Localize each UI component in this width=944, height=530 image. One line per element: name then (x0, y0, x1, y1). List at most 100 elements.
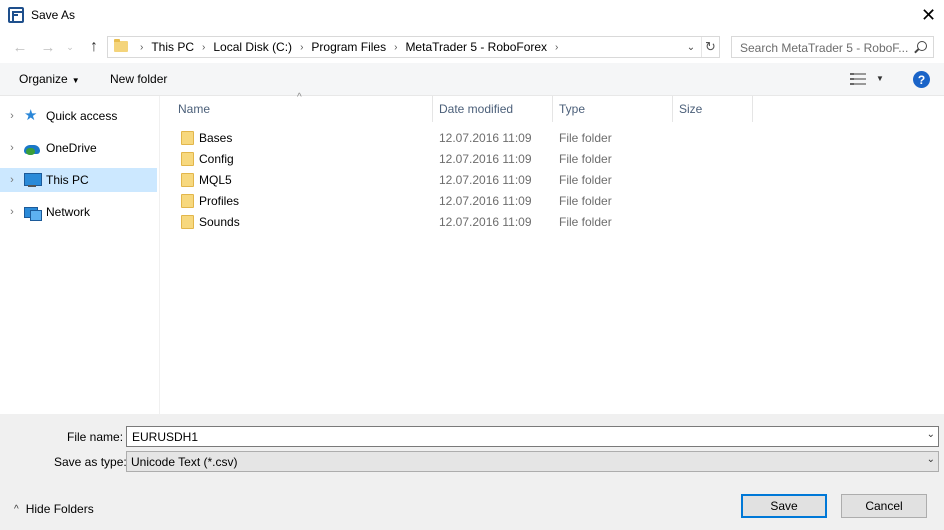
address-bar[interactable]: › This PC › Local Disk (C:) › Program Fi… (107, 36, 720, 58)
file-name: MQL5 (199, 173, 232, 187)
file-type: File folder (559, 152, 612, 166)
sidebar-item-onedrive[interactable]: › OneDrive (0, 136, 157, 160)
file-name-field[interactable]: EURUSDH1 ⌄ (126, 426, 939, 447)
save-button[interactable]: Save (741, 494, 827, 518)
folder-icon (181, 131, 194, 145)
file-name: Config (199, 152, 234, 166)
save-options-panel: File name: EURUSDH1 ⌄ Save as type: Unic… (0, 414, 944, 530)
search-placeholder: Search MetaTrader 5 - RoboF... (740, 41, 909, 55)
search-input[interactable]: Search MetaTrader 5 - RoboF... (731, 36, 934, 58)
file-row[interactable]: MQL5 12.07.2016 11:09 File folder (160, 169, 944, 190)
sidebar-item-label: OneDrive (46, 141, 97, 155)
forward-button[interactable]: → (38, 37, 58, 57)
hide-folders-button[interactable]: ^ Hide Folders (14, 502, 94, 516)
help-button[interactable]: ? (913, 71, 930, 88)
file-date: 12.07.2016 11:09 (439, 131, 532, 145)
chevron-down-icon[interactable]: ⌄ (927, 429, 935, 440)
recent-locations-button[interactable]: ⌄ (63, 37, 77, 57)
folder-icon (181, 215, 194, 229)
chevron-right-icon[interactable]: › (0, 174, 24, 186)
breadcrumb-item[interactable]: Local Disk (C:) (213, 40, 292, 54)
cancel-button[interactable]: Cancel (841, 494, 927, 518)
arrow-right-icon: → (40, 38, 56, 56)
back-button[interactable]: ← (10, 37, 30, 57)
onedrive-cloud-icon (24, 140, 40, 156)
chevron-up-icon: ^ (14, 503, 19, 515)
navigation-bar: ← → ⌄ ↑ › This PC › Local Disk (C:) › Pr… (0, 31, 944, 63)
close-icon: ✕ (920, 5, 937, 25)
folder-icon (114, 39, 128, 52)
refresh-icon: ↻ (705, 39, 716, 54)
sidebar-item-network[interactable]: › Network (0, 200, 157, 224)
chevron-right-icon[interactable]: › (0, 110, 24, 122)
arrow-left-icon: ← (12, 38, 28, 56)
network-icon (24, 204, 42, 221)
file-row[interactable]: Sounds 12.07.2016 11:09 File folder (160, 211, 944, 232)
breadcrumb: › This PC › Local Disk (C:) › Program Fi… (132, 40, 566, 54)
file-row[interactable]: Config 12.07.2016 11:09 File folder (160, 148, 944, 169)
file-type: File folder (559, 194, 612, 208)
save-as-type-value: Unicode Text (*.csv) (131, 455, 238, 469)
window-title: Save As (31, 8, 76, 22)
file-date: 12.07.2016 11:09 (439, 173, 532, 187)
file-date: 12.07.2016 11:09 (439, 194, 532, 208)
sidebar-item-this-pc[interactable]: › This PC (0, 168, 157, 192)
search-icon (917, 41, 927, 51)
file-type: File folder (559, 215, 612, 229)
column-header-type[interactable]: Type (553, 96, 673, 122)
file-name-value: EURUSDH1 (132, 430, 199, 444)
file-name-label: File name: (67, 430, 124, 444)
app-icon (8, 7, 24, 23)
up-button[interactable]: ↑ (84, 37, 104, 57)
breadcrumb-separator-icon[interactable]: › (555, 42, 558, 53)
file-row[interactable]: Bases 12.07.2016 11:09 File folder (160, 127, 944, 148)
save-as-type-label: Save as type: (54, 455, 127, 469)
breadcrumb-item[interactable]: MetaTrader 5 - RoboForex (405, 40, 547, 54)
chevron-down-icon: ⌄ (686, 41, 696, 53)
address-dropdown-button[interactable]: ⌄ (682, 39, 700, 55)
breadcrumb-separator-icon[interactable]: › (394, 42, 397, 53)
close-button[interactable]: ✕ (913, 0, 944, 31)
sidebar-item-quick-access[interactable]: › Quick access (0, 104, 157, 128)
refresh-button[interactable]: ↻ (701, 37, 719, 57)
save-as-type-select[interactable]: Unicode Text (*.csv) ⌄ (126, 451, 939, 472)
chevron-down-icon: ⌄ (66, 41, 74, 52)
folder-icon (181, 152, 194, 166)
breadcrumb-separator-icon[interactable]: › (140, 42, 143, 53)
chevron-right-icon[interactable]: › (0, 206, 24, 218)
file-type: File folder (559, 131, 612, 145)
file-type: File folder (559, 173, 612, 187)
quick-access-star-icon (24, 106, 40, 124)
caret-down-icon: ▼ (71, 76, 80, 85)
breadcrumb-separator-icon[interactable]: › (202, 42, 205, 53)
column-header-date-modified[interactable]: Date modified (433, 96, 553, 122)
view-options-icon[interactable] (850, 73, 866, 85)
column-header-name[interactable]: Name (160, 96, 433, 122)
title-bar: Save As ✕ (0, 0, 944, 31)
file-name: Bases (199, 131, 233, 145)
navigation-pane: › Quick access › OneDrive › This PC › Ne… (0, 96, 160, 414)
organize-label: Organize (19, 72, 68, 86)
file-name: Sounds (199, 215, 240, 229)
file-row[interactable]: Profiles 12.07.2016 11:09 File folder (160, 190, 944, 211)
file-list: ^ Name Date modified Type Size Bases 12.… (160, 92, 944, 414)
chevron-down-icon: ⌄ (926, 454, 935, 465)
file-date: 12.07.2016 11:09 (439, 152, 532, 166)
organize-button[interactable]: Organize ▼ (19, 72, 80, 86)
breadcrumb-separator-icon[interactable]: › (300, 42, 303, 53)
folder-icon (181, 173, 194, 187)
new-folder-button[interactable]: New folder (110, 72, 167, 86)
sidebar-item-label: This PC (46, 173, 89, 187)
breadcrumb-item[interactable]: Program Files (311, 40, 386, 54)
column-header-size[interactable]: Size (673, 96, 753, 122)
breadcrumb-item[interactable]: This PC (151, 40, 194, 54)
caret-down-icon[interactable]: ▼ (876, 74, 884, 83)
folder-icon (181, 194, 194, 208)
sidebar-item-label: Network (46, 205, 91, 219)
command-bar: Organize ▼ New folder ▼ ? (0, 63, 944, 96)
sidebar-item-label: Quick access (46, 109, 118, 123)
file-name: Profiles (199, 194, 240, 208)
arrow-up-icon: ↑ (90, 38, 98, 55)
hide-folders-label: Hide Folders (25, 502, 94, 516)
chevron-right-icon[interactable]: › (0, 142, 24, 154)
